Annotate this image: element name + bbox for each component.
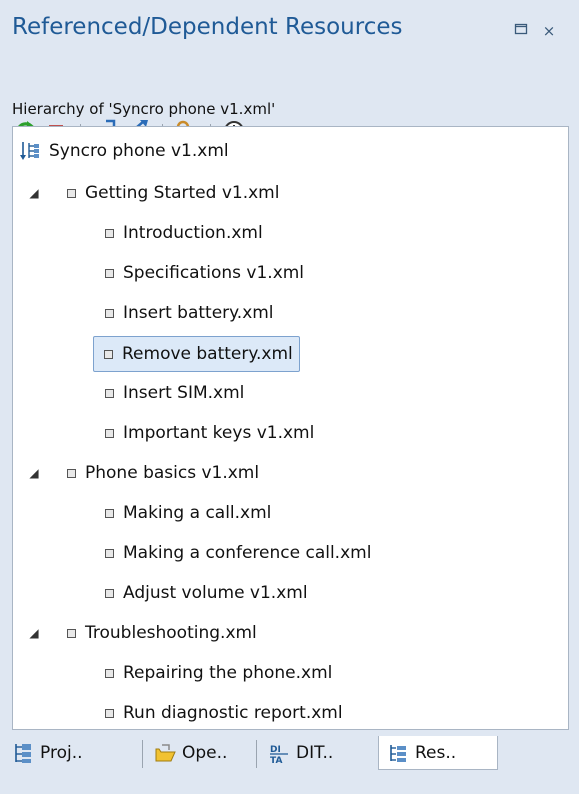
tab-separator bbox=[256, 740, 257, 768]
topic-icon bbox=[67, 188, 76, 198]
tree-item[interactable]: Making a conference call.xml bbox=[105, 535, 371, 571]
tab-project[interactable]: Proj.. bbox=[4, 736, 91, 770]
resource-tree[interactable]: Syncro phone v1.xml ◢ Getting Started v1… bbox=[12, 126, 569, 730]
topic-icon bbox=[104, 349, 113, 359]
tree-group[interactable]: Getting Started v1.xml bbox=[67, 175, 279, 211]
topic-icon bbox=[105, 548, 114, 558]
close-icon[interactable]: × bbox=[540, 22, 558, 40]
expand-twisty-icon[interactable]: ◢ bbox=[27, 626, 41, 640]
tree-root-label: Syncro phone v1.xml bbox=[49, 141, 229, 161]
tree-item-selected[interactable]: Remove battery.xml bbox=[93, 336, 300, 372]
topic-icon bbox=[105, 308, 114, 318]
expand-twisty-icon[interactable]: ◢ bbox=[27, 466, 41, 480]
topic-icon bbox=[67, 628, 76, 638]
tree-item[interactable]: Run diagnostic report.xml bbox=[105, 695, 343, 729]
hierarchy-toggle-icon[interactable] bbox=[19, 140, 43, 162]
topic-icon bbox=[105, 268, 114, 278]
topic-icon bbox=[105, 428, 114, 438]
tab-separator bbox=[142, 740, 143, 768]
tree-item[interactable]: Insert SIM.xml bbox=[105, 375, 244, 411]
topic-icon bbox=[105, 668, 114, 678]
topic-icon bbox=[105, 588, 114, 598]
hierarchy-label: Hierarchy of 'Syncro phone v1.xml' bbox=[12, 100, 276, 118]
topic-icon bbox=[105, 508, 114, 518]
tree-item[interactable]: Specifications v1.xml bbox=[105, 255, 304, 291]
expand-twisty-icon[interactable]: ◢ bbox=[27, 186, 41, 200]
tree-item[interactable]: Repairing the phone.xml bbox=[105, 655, 332, 691]
open-files-icon bbox=[155, 744, 176, 762]
resources-panel: Referenced/Dependent Resources × Hierarc… bbox=[0, 0, 579, 794]
project-icon bbox=[15, 744, 31, 763]
maximize-icon[interactable] bbox=[512, 22, 530, 40]
view-tabs: Proj.. Ope.. DI TA DIT.. Res.. bbox=[0, 730, 579, 794]
tree-item[interactable]: Important keys v1.xml bbox=[105, 415, 314, 451]
tab-open-files[interactable]: Ope.. bbox=[146, 736, 235, 770]
tree-item[interactable]: Introduction.xml bbox=[105, 215, 263, 251]
tree-item[interactable]: Adjust volume v1.xml bbox=[105, 575, 308, 611]
dita-maps-icon: DITA bbox=[270, 745, 288, 764]
svg-text:TA: TA bbox=[270, 756, 282, 764]
panel-title-bar: Referenced/Dependent Resources × bbox=[0, 0, 579, 56]
panel-title: Referenced/Dependent Resources bbox=[12, 14, 403, 40]
tab-dita-maps[interactable]: DI TA DIT.. bbox=[260, 736, 341, 770]
topic-icon bbox=[105, 708, 114, 718]
topic-icon bbox=[105, 388, 114, 398]
tab-resources[interactable]: Res.. bbox=[378, 736, 498, 770]
topic-icon bbox=[105, 228, 114, 238]
resources-hierarchy-icon bbox=[390, 744, 406, 762]
topic-icon bbox=[67, 468, 76, 478]
tree-item[interactable]: Making a call.xml bbox=[105, 495, 271, 531]
tree-group[interactable]: Phone basics v1.xml bbox=[67, 455, 259, 491]
tree-root[interactable]: Syncro phone v1.xml bbox=[19, 133, 229, 169]
tree-group[interactable]: Troubleshooting.xml bbox=[67, 615, 257, 651]
toolbar bbox=[0, 56, 579, 144]
tree-item[interactable]: Insert battery.xml bbox=[105, 295, 274, 331]
